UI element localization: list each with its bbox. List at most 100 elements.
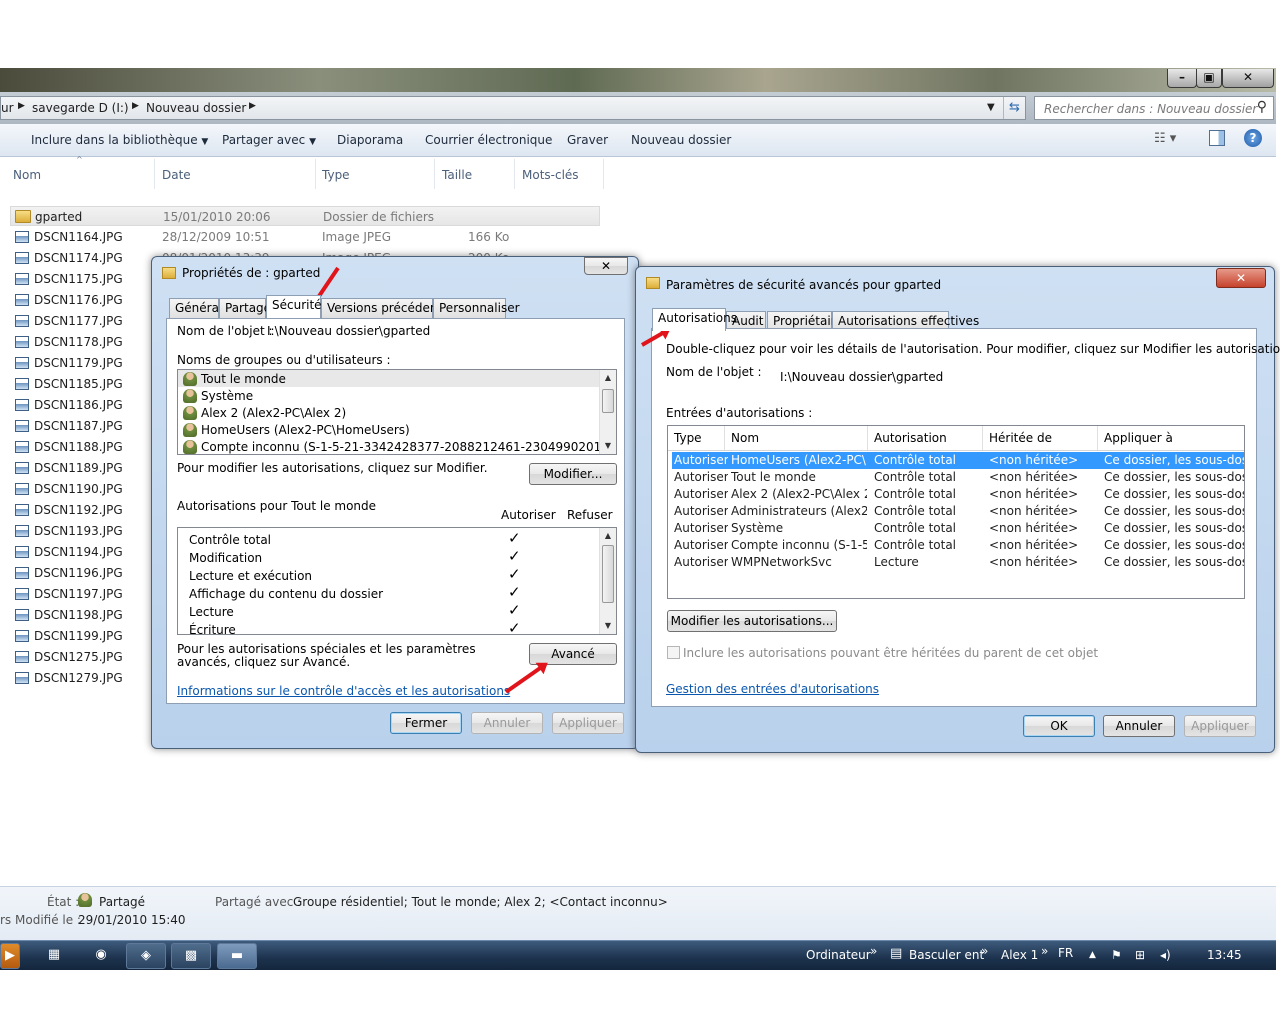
access-control-info-link[interactable]: Informations sur le contrôle d'accès et … <box>177 684 510 698</box>
taskbar-app-button[interactable]: ▩ <box>171 943 211 969</box>
show-hidden-icons[interactable]: ▲ <box>1089 950 1096 960</box>
close-button[interactable]: ✕ <box>584 257 628 275</box>
help-icon[interactable]: ? <box>1244 129 1262 147</box>
toolbar-chevron-icon[interactable]: » <box>870 944 877 958</box>
search-icon[interactable]: ⚲ <box>1257 99 1267 115</box>
file-row[interactable]: gparted 15/01/2010 20:06 Dossier de fichie… <box>10 206 600 226</box>
view-options-icon[interactable]: ☷ ▾ <box>1154 131 1176 146</box>
column-name[interactable]: Nom <box>13 168 41 182</box>
volume-icon[interactable]: ◂) <box>1160 948 1171 962</box>
tab-previous-versions[interactable]: Versions précédentes <box>321 298 456 318</box>
taskbar-app-button[interactable]: ◈ <box>126 943 166 969</box>
column-separator[interactable] <box>315 159 316 189</box>
column-separator[interactable] <box>514 159 515 189</box>
toolbar-include-library[interactable]: Inclure dans la bibliothèque ▼ <box>31 133 208 147</box>
breadcrumb-item[interactable]: savegarde D (I:) <box>32 101 129 115</box>
media-app-icon[interactable]: ▶ <box>0 943 20 969</box>
tab-customize[interactable]: Personnaliser <box>433 298 520 318</box>
breadcrumb-item[interactable]: ur <box>1 101 14 115</box>
apply-button[interactable]: Appliquer <box>552 712 624 734</box>
list-item[interactable]: HomeUsers (Alex2-PC\HomeUsers) <box>201 423 410 437</box>
table-row[interactable]: Autoriser Système Contrôle total <non hérit… <box>672 520 1244 537</box>
search-input[interactable]: Rechercher dans : Nouveau dossier ⚲ <box>1034 96 1274 120</box>
explorer-folder-icon[interactable]: ▬ <box>217 943 257 969</box>
chrome-icon[interactable]: ◉ <box>82 943 120 969</box>
manage-entries-link[interactable]: Gestion des entrées d'autorisations <box>666 682 879 696</box>
address-bar[interactable]: ur ▶ savegarde D (I:) ▶ Nouveau dossier … <box>0 96 1026 120</box>
table-row[interactable]: Autoriser Tout le monde Contrôle total <non… <box>672 469 1244 486</box>
scroll-down-icon[interactable]: ▼ <box>600 438 616 454</box>
network-icon[interactable]: ⊞ <box>1135 948 1145 962</box>
tab-permissions[interactable]: Autorisations <box>652 308 737 331</box>
toolbar-user[interactable]: Alex 1 <box>1001 948 1038 962</box>
close-button[interactable]: ✕ <box>1216 268 1266 288</box>
toolbar-new-folder[interactable]: Nouveau dossier <box>631 133 731 147</box>
column-inherited-from[interactable]: Héritée de <box>983 426 1098 450</box>
toolbar-share-with[interactable]: Partager avec ▼ <box>222 133 316 147</box>
chevron-right-icon[interactable]: ▶ <box>18 101 25 111</box>
scroll-thumb[interactable] <box>602 389 614 413</box>
tab-general[interactable]: Général <box>169 298 222 318</box>
clock[interactable]: 13:45 <box>1207 948 1242 962</box>
permissions-list[interactable]: Contrôle total ✓ Modification ✓ Lecture … <box>177 527 617 635</box>
table-row[interactable]: AutoriserAdministrateurs (Alex2-PC... Con… <box>672 503 1244 520</box>
chevron-right-icon[interactable]: ▶ <box>132 101 139 111</box>
apply-button[interactable]: Appliquer <box>1184 715 1256 737</box>
tab-sharing[interactable]: Partage <box>219 298 271 318</box>
refresh-icon[interactable]: ⇆ <box>1003 97 1025 119</box>
toolbar-email[interactable]: Courrier électronique <box>425 133 552 147</box>
preview-pane-icon[interactable] <box>1209 130 1225 146</box>
column-separator[interactable] <box>603 159 604 189</box>
column-apply-to[interactable]: Appliquer à <box>1098 426 1244 450</box>
column-type[interactable]: Type <box>322 168 350 182</box>
dropdown-arrow-icon[interactable]: ▼ <box>987 102 995 113</box>
toolbar-switch[interactable]: Basculer ent <box>909 948 984 962</box>
toolbar-slideshow[interactable]: Diaporama <box>337 133 403 147</box>
list-item[interactable]: Système <box>201 389 253 403</box>
groups-scrollbar[interactable]: ▲ ▼ <box>599 370 616 454</box>
table-row[interactable]: Autoriser Alex 2 (Alex2-PC\Alex 2) Contrôl… <box>672 486 1244 503</box>
toolbar-computer[interactable]: Ordinateur <box>806 948 871 962</box>
chevron-right-icon[interactable]: ▶ <box>249 101 256 111</box>
scroll-down-icon[interactable]: ▼ <box>600 618 616 634</box>
groups-list[interactable]: Tout le monde Système Alex 2 (Alex2-PC\A… <box>177 369 617 455</box>
scroll-thumb[interactable] <box>602 545 614 603</box>
breadcrumb-item[interactable]: Nouveau dossier <box>146 101 246 115</box>
maximize-button[interactable]: ▣ <box>1196 69 1222 88</box>
toolbar-burn[interactable]: Graver <box>567 133 608 147</box>
minimize-button[interactable]: – <box>1167 69 1197 88</box>
column-tags[interactable]: Mots-clés <box>522 168 579 182</box>
close-button[interactable]: ✕ <box>1222 69 1274 88</box>
modify-permissions-button[interactable]: Modifier les autorisations... <box>667 610 837 632</box>
table-row[interactable]: Autoriser WMPNetworkSvc Lecture <non hérité… <box>672 554 1244 571</box>
column-separator[interactable] <box>154 159 155 189</box>
scroll-up-icon[interactable]: ▲ <box>600 370 616 386</box>
column-size[interactable]: Taille <box>442 168 472 182</box>
column-separator[interactable] <box>434 159 435 189</box>
inherit-checkbox[interactable] <box>667 646 680 659</box>
permissions-scrollbar[interactable]: ▲ ▼ <box>599 528 616 634</box>
table-row[interactable]: AutoriserCompte inconnu (S-1-5-2... Contr… <box>672 537 1244 554</box>
switch-window-icon[interactable]: ▤ <box>890 946 902 961</box>
close-dialog-button[interactable]: Fermer <box>390 712 462 734</box>
cancel-button[interactable]: Annuler <box>471 712 543 734</box>
table-row[interactable]: AutoriserHomeUsers (Alex2-PC\H... Contrôl… <box>672 452 1244 469</box>
list-item[interactable]: Compte inconnu (S-1-5-21-3342428377-2088… <box>201 440 616 454</box>
ok-button[interactable]: OK <box>1023 715 1095 737</box>
column-name[interactable]: Nom <box>725 426 868 450</box>
list-item[interactable]: Tout le monde <box>201 372 286 386</box>
tab-security[interactable]: Sécurité <box>266 295 322 318</box>
flag-icon[interactable]: ⚑ <box>1111 948 1122 962</box>
toolbar-chevron-icon[interactable]: » <box>981 944 988 958</box>
column-permission[interactable]: Autorisation <box>868 426 983 450</box>
permission-entries-table[interactable]: Type Nom Autorisation Héritée de Appliqu… <box>667 425 1245 599</box>
language-indicator[interactable]: FR <box>1058 946 1073 960</box>
column-date[interactable]: Date <box>162 168 191 182</box>
list-item[interactable]: Alex 2 (Alex2-PC\Alex 2) <box>201 406 346 420</box>
calculator-icon[interactable]: ▦ <box>36 943 72 969</box>
cancel-button[interactable]: Annuler <box>1103 715 1175 737</box>
explorer-titlebar[interactable]: – ▣ ✕ <box>0 68 1276 92</box>
file-row[interactable]: DSCN1164.JPG 28/12/2009 10:51 Image JPEG 16… <box>10 227 600 247</box>
column-type[interactable]: Type <box>668 426 725 450</box>
modify-button[interactable]: Modifier... <box>529 463 617 485</box>
